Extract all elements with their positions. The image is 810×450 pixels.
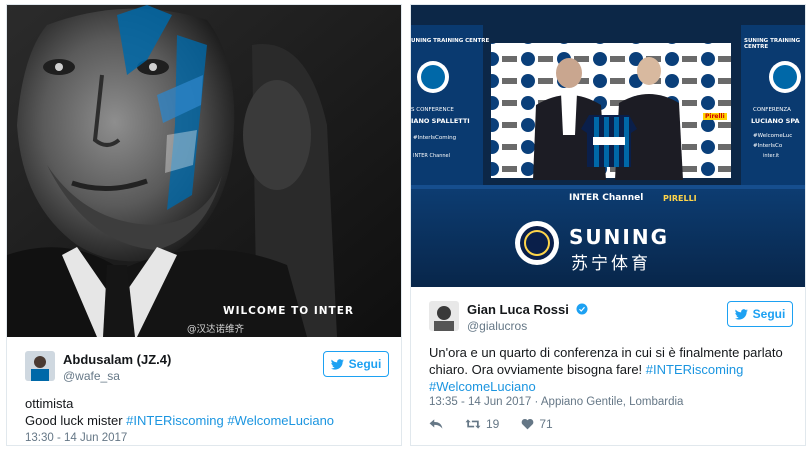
- follow-button[interactable]: Segui: [323, 351, 389, 377]
- follow-label: Segui: [752, 307, 786, 321]
- banner-text: #InterIsComing: [413, 135, 457, 141]
- banner-text: SUNING TRAINING CENTRE: [744, 38, 801, 50]
- hashtag-link[interactable]: #INTERiscoming: [126, 413, 224, 428]
- tweet-image-spalletti-portrait[interactable]: WILCOME TO INTER @汉达诺维齐: [7, 5, 401, 337]
- user-name[interactable]: Gian Luca Rossi: [467, 302, 588, 317]
- tweet-text-line: ottimista: [25, 396, 74, 411]
- portrait-illustration: [7, 5, 401, 337]
- tweet-text: Un'ora e un quarto di conferenza in cui …: [429, 344, 791, 395]
- banner-text: IANO SPALLETTI: [411, 117, 470, 125]
- like-button[interactable]: 71: [521, 417, 553, 431]
- bird-icon: [734, 308, 748, 320]
- tweet-text: ottimista Good luck mister #INTERiscomin…: [25, 395, 387, 429]
- hashtag-link[interactable]: #INTERiscoming: [646, 362, 744, 377]
- banner-text: #InterIsCo: [753, 143, 783, 149]
- verified-badge-icon: [576, 303, 587, 315]
- tweet-header: Abdusalam (JZ.4) @wafe_sa Segui: [25, 351, 389, 391]
- tweet-text-line: Un'ora e un quarto di conferenza in cui …: [429, 345, 783, 360]
- avatar[interactable]: [25, 351, 55, 381]
- user-handle[interactable]: @gialucros: [467, 319, 527, 333]
- suning-logo-text: SUNING: [569, 225, 669, 249]
- user-name-text: Gian Luca Rossi: [467, 302, 569, 317]
- banner-text: LUCIANO SPA: [751, 117, 800, 125]
- heart-icon: [522, 418, 534, 430]
- tweet-card-abdusalam: WILCOME TO INTER @汉达诺维齐 Abdusalam (JZ.4)…: [6, 4, 402, 446]
- banner-text: INTER Channel: [413, 153, 451, 159]
- podium-pirelli-text: PIRELLI: [663, 194, 697, 203]
- hashtag-link[interactable]: #WelcomeLuciano: [227, 413, 334, 428]
- banner-text: #WelcomeLuc: [753, 133, 793, 139]
- hashtag-link[interactable]: #WelcomeLuciano: [429, 379, 536, 394]
- user-handle[interactable]: @wafe_sa: [63, 369, 120, 383]
- tweet-text-prefix: chiaro. Ora ovviamente bisogna fare!: [429, 362, 643, 377]
- image-caption-welcome: WILCOME TO INTER: [223, 305, 354, 317]
- image-watermark: @汉达诺维齐: [187, 324, 245, 335]
- banner-text: CONFERENZA: [753, 107, 791, 113]
- sponsor-text: Pirelli: [703, 113, 727, 120]
- reply-icon: [429, 419, 443, 429]
- retweet-icon: [465, 419, 481, 429]
- follow-label: Segui: [348, 357, 382, 371]
- like-count: 71: [539, 417, 553, 431]
- tweet-text-line: Good luck mister #INTERiscoming #Welcome…: [25, 412, 387, 429]
- tweet-card-gian-luca-rossi: UNING TRAINING CENTRE S CONFERENCE IANO …: [410, 4, 806, 446]
- podium-channel-text: INTER Channel: [569, 193, 644, 203]
- retweet-count: 19: [486, 417, 500, 431]
- retweet-button[interactable]: 19: [465, 417, 499, 431]
- tweet-header: Gian Luca Rossi @gialucros Segui: [429, 301, 793, 341]
- user-name[interactable]: Abdusalam (JZ.4): [63, 352, 171, 367]
- tweet-actions: 19 71: [429, 417, 553, 431]
- tweet-text-prefix: Good luck mister: [25, 413, 123, 428]
- tweet-text-line: chiaro. Ora ovviamente bisogna fare! #IN…: [429, 361, 791, 378]
- suning-logo-chinese: 苏宁体育: [571, 254, 651, 274]
- banner-text: S CONFERENCE: [411, 107, 454, 113]
- tweet-timestamp[interactable]: 13:30 - 14 Jun 2017: [25, 432, 127, 444]
- bird-icon: [330, 358, 344, 370]
- banner-text: inter.it: [763, 153, 780, 159]
- tweet-text-line: #WelcomeLuciano: [429, 378, 791, 395]
- reply-button[interactable]: [429, 418, 443, 430]
- avatar[interactable]: [429, 301, 459, 331]
- follow-button[interactable]: Segui: [727, 301, 793, 327]
- tweet-image-press-conference[interactable]: UNING TRAINING CENTRE S CONFERENCE IANO …: [411, 5, 805, 287]
- tweet-timestamp-location[interactable]: 13:35 - 14 Jun 2017 · Appiano Gentile, L…: [429, 396, 683, 408]
- banner-text: UNING TRAINING CENTRE: [411, 38, 490, 44]
